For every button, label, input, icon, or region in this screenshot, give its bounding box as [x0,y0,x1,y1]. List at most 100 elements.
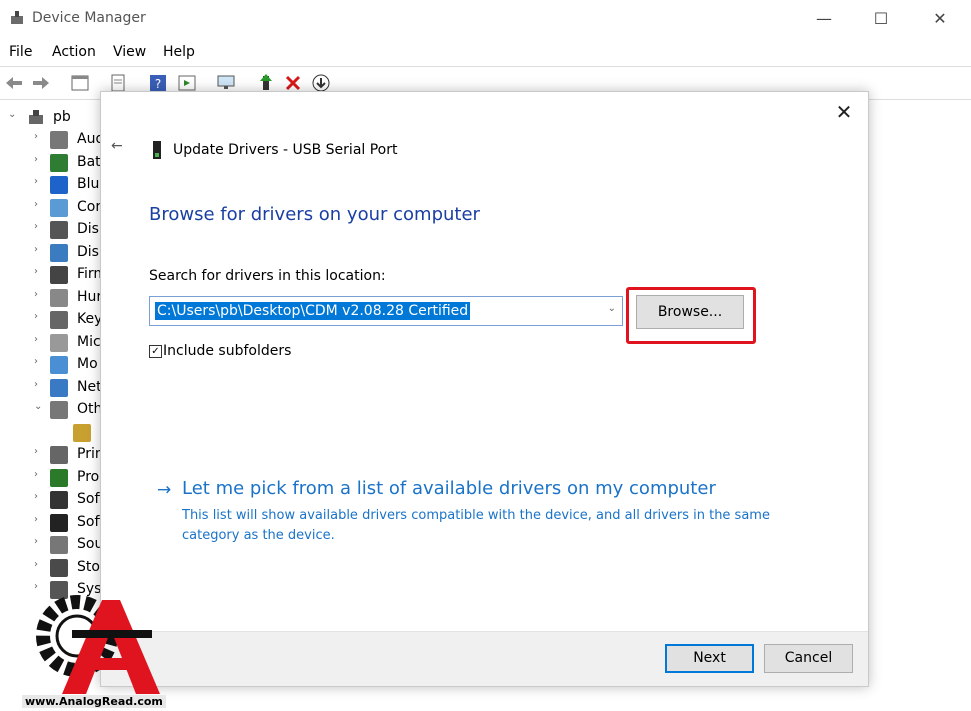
menu-file[interactable]: File [9,44,32,60]
tree-root[interactable]: ⌄ pb [0,107,100,129]
search-location-label: Search for drivers in this location: [149,268,386,284]
forward-icon[interactable] [31,73,51,93]
tree-item-label: Oth [77,401,100,417]
pick-from-list-link[interactable]: Let me pick from a list of available dri… [182,478,716,499]
chevron-right-icon[interactable]: › [34,446,38,457]
device-category-icon [50,176,68,194]
tree-item[interactable]: › Key [0,309,100,331]
window-title: Device Manager [32,10,146,26]
chevron-right-icon[interactable]: › [34,311,38,322]
tree-item[interactable]: › Sou [0,534,100,556]
document-icon[interactable] [108,73,128,93]
device-category-icon [50,558,68,577]
uninstall-icon[interactable] [283,73,303,93]
tree-item[interactable]: › Soft [0,512,100,534]
chevron-right-icon[interactable]: › [34,536,38,547]
browse-button[interactable]: Browse... [636,295,744,329]
tree-item[interactable]: ⌄ Oth [0,399,100,421]
scan-hardware-icon[interactable] [216,73,236,93]
device-category-icon [50,356,68,374]
tree-item-label: Pro [77,468,100,485]
tree-item-label: Sou [77,536,100,552]
download-icon[interactable] [311,73,331,93]
chevron-right-icon[interactable]: › [34,334,38,345]
minimize-button[interactable]: — [813,8,835,30]
chevron-right-icon[interactable]: › [34,131,38,142]
watermark-text: www.AnalogRead.com [22,695,166,708]
tree-item[interactable]: › Stor [0,557,100,579]
tree-item[interactable]: › Prin [0,444,100,466]
close-window-button[interactable]: ✕ [929,8,951,30]
driver-path-value[interactable]: C:\Users\pb\Desktop\CDM v2.08.28 Certifi… [155,302,471,320]
device-manager-icon [11,11,23,24]
include-subfolders-label[interactable]: Include subfolders [163,343,291,359]
tree-item[interactable]: › Net [0,377,100,399]
tree-item-label: Mic [77,333,100,350]
tree-item[interactable]: › Blue [0,174,100,196]
properties-icon[interactable] [70,73,90,93]
device-category-icon [50,131,68,149]
device-category-icon [50,446,68,464]
menu-view[interactable]: View [113,44,146,60]
update-driver-icon[interactable] [256,73,276,93]
tree-item[interactable]: › Disk [0,219,100,241]
tree-item[interactable] [0,422,100,444]
chevron-right-icon[interactable]: › [34,266,38,277]
maximize-button[interactable]: ☐ [870,8,892,30]
tree-item[interactable]: › Cor [0,197,100,219]
tree-item-label: Key [77,311,100,327]
tree-item[interactable]: › Pro [0,467,100,489]
tree-item-label: Mo [77,356,98,372]
back-icon[interactable] [4,73,24,93]
tree-item[interactable]: › Mic [0,332,100,354]
chevron-right-icon[interactable]: › [34,379,38,390]
chevron-right-icon[interactable]: › [34,154,38,165]
tree-item-label: Stor [77,558,100,575]
chevron-right-icon[interactable]: › [34,289,38,300]
tree-item[interactable]: › Hur [0,287,100,309]
action-icon[interactable] [177,73,197,93]
chevron-down-icon[interactable]: ⌄ [608,303,616,314]
tree-item-label: Firm [77,266,100,282]
dialog-close-button[interactable]: ✕ [834,102,854,122]
tree-item-label: Disp [77,243,100,260]
device-category-icon [50,401,68,419]
chevron-right-icon[interactable]: › [34,221,38,232]
tree-item[interactable]: › Disp [0,242,100,264]
tree-item[interactable]: › Aud [0,129,100,151]
next-button[interactable]: Next [665,644,754,673]
back-arrow-icon[interactable]: ← [111,138,123,154]
chevron-right-icon[interactable]: › [34,469,38,480]
include-subfolders-checkbox[interactable]: ✓ [149,345,162,358]
chevron-right-icon[interactable]: › [34,514,38,525]
dialog-title: Update Drivers - USB Serial Port [173,142,398,158]
chevron-right-icon[interactable]: › [34,244,38,255]
chevron-right-icon[interactable]: › [34,176,38,187]
driver-path-combobox[interactable]: C:\Users\pb\Desktop\CDM v2.08.28 Certifi… [149,296,623,326]
menu-action[interactable]: Action [52,44,96,60]
chevron-right-icon[interactable]: › [34,199,38,210]
warning-device-icon [73,423,91,442]
tree-item-label: Net [77,378,100,395]
arrow-right-icon[interactable]: → [157,480,171,500]
computer-icon [29,110,43,124]
tree-item[interactable]: › Firm [0,264,100,286]
help-icon[interactable]: ? [148,73,168,93]
chevron-right-icon[interactable]: › [34,559,38,570]
device-category-icon [50,153,68,172]
chevron-right-icon[interactable]: › [34,491,38,502]
tree-item-label: Soft [77,491,100,507]
device-category-icon [50,513,68,532]
tree-item[interactable]: › Soft [0,489,100,511]
tree-item[interactable]: › Batt [0,152,100,174]
title-bar: Device Manager — ☐ ✕ [0,0,971,38]
chevron-down-icon[interactable]: ⌄ [34,401,42,412]
tree-item-label: Soft [77,513,100,530]
tree-item-label: Aud [77,131,100,147]
cancel-button[interactable]: Cancel [764,644,853,673]
menu-help[interactable]: Help [163,44,195,60]
tree-item[interactable]: › Mo [0,354,100,376]
chevron-down-icon[interactable]: ⌄ [8,109,16,120]
chevron-right-icon[interactable]: › [34,356,38,367]
device-category-icon [50,243,68,262]
